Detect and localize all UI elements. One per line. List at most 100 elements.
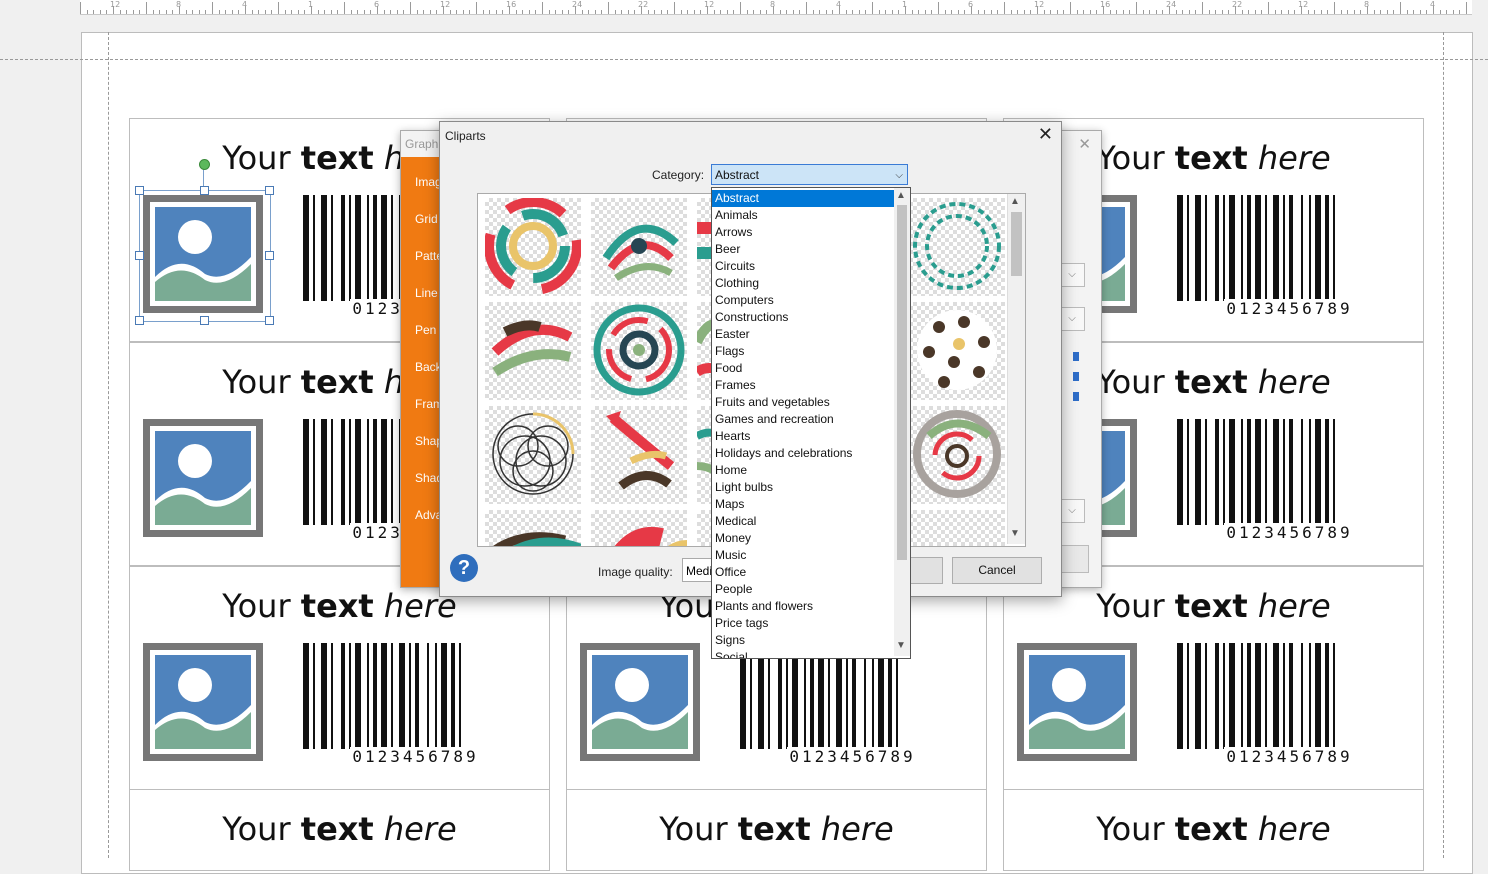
resize-handle-br[interactable] — [265, 316, 274, 325]
label-text[interactable]: Your text here — [1004, 587, 1423, 625]
graphics-slider-2[interactable] — [1073, 372, 1079, 381]
clipart-thumbnail[interactable] — [591, 302, 687, 400]
category-option[interactable]: Hearts — [712, 428, 895, 445]
category-option[interactable]: Beer — [712, 241, 895, 258]
close-icon[interactable]: ✕ — [1038, 124, 1053, 145]
barcode-label[interactable]: Your text here — [566, 789, 987, 871]
barcode[interactable]: 0123456789 — [740, 643, 965, 766]
clipart-thumbnail[interactable] — [484, 197, 582, 296]
barcode-label[interactable]: Your text here0123456789 — [129, 566, 550, 790]
label-text[interactable]: Your text here — [130, 810, 549, 848]
category-option[interactable]: Computers — [712, 292, 895, 309]
clipart-grid-scrollbar[interactable]: ▲ ▼ — [1007, 194, 1025, 544]
graphics-sidebar-item[interactable]: Advanced — [415, 508, 441, 522]
scroll-thumb[interactable] — [1011, 212, 1022, 276]
graphics-button[interactable] — [1059, 545, 1089, 573]
graphics-sidebar-item[interactable]: Pen — [415, 323, 441, 337]
category-option[interactable]: Music — [712, 547, 895, 564]
clipart-thumbnail[interactable] — [909, 198, 1005, 296]
clipart-thumbnail[interactable] — [485, 302, 581, 400]
category-option[interactable]: Holidays and celebrations — [712, 445, 895, 462]
clipart-thumbnail[interactable] — [591, 406, 687, 504]
graphics-slider-3[interactable] — [1073, 392, 1079, 401]
graphics-combo-1[interactable]: ⌵ — [1059, 263, 1085, 287]
category-option[interactable]: Abstract — [712, 190, 895, 207]
category-select[interactable]: Abstract ⌵ — [711, 164, 908, 185]
category-option[interactable]: Flags — [712, 343, 895, 360]
category-option[interactable]: Games and recreation — [712, 411, 895, 428]
category-option[interactable]: Constructions — [712, 309, 895, 326]
resize-handle-b[interactable] — [200, 316, 209, 325]
barcode[interactable]: 0123456789 — [1177, 419, 1402, 542]
barcode-label[interactable]: Your text here 0123456789 — [1003, 566, 1424, 790]
resize-handle-r[interactable] — [265, 251, 274, 260]
clipart-thumbnail[interactable] — [909, 302, 1005, 400]
barcode-label[interactable]: Your text here — [129, 789, 550, 871]
image-placeholder-icon[interactable] — [580, 643, 700, 761]
graphics-combo-3[interactable]: ⌵ — [1059, 499, 1085, 523]
resize-handle-l[interactable] — [135, 251, 144, 260]
category-option[interactable]: Light bulbs — [712, 479, 895, 496]
barcode[interactable]: 0123456789 — [1177, 643, 1402, 766]
category-option[interactable]: Fruits and vegetables — [712, 394, 895, 411]
label-text[interactable]: Your text here — [567, 810, 986, 848]
ok-button[interactable] — [910, 557, 943, 584]
graphics-sidebar-item[interactable]: Grid — [415, 212, 441, 226]
resize-handle-bl[interactable] — [135, 316, 144, 325]
scroll-up-icon[interactable]: ▲ — [1010, 196, 1020, 207]
image-placeholder-icon[interactable] — [1017, 643, 1137, 761]
barcode-label[interactable]: Your text here — [1003, 789, 1424, 871]
scroll-up-icon[interactable]: ▲ — [896, 190, 906, 201]
help-icon[interactable]: ? — [450, 554, 478, 582]
clipart-thumbnail[interactable] — [591, 198, 687, 296]
category-option[interactable]: Plants and flowers — [712, 598, 895, 615]
resize-handle-tl[interactable] — [135, 186, 144, 195]
scroll-down-icon[interactable]: ▼ — [1010, 528, 1020, 539]
graphics-sidebar-item[interactable]: Image — [415, 175, 441, 189]
category-option[interactable]: Maps — [712, 496, 895, 513]
graphics-sidebar-item[interactable]: Background — [415, 360, 441, 374]
category-option[interactable]: Frames — [712, 377, 895, 394]
scroll-thumb[interactable] — [897, 205, 907, 560]
dropdown-scrollbar[interactable]: ▲ ▼ — [894, 188, 910, 656]
category-option[interactable]: Money — [712, 530, 895, 547]
category-option[interactable]: Medical — [712, 513, 895, 530]
barcode[interactable]: 0123456789 — [1177, 195, 1402, 318]
resize-handle-t[interactable] — [200, 186, 209, 195]
clipart-thumbnail[interactable] — [909, 510, 1005, 546]
category-dropdown-list[interactable]: Abstract Animals Arrows Beer Circuits Clothin… — [711, 187, 911, 659]
graphics-sidebar-item[interactable]: Frame — [415, 397, 441, 411]
cancel-button[interactable]: Cancel — [952, 557, 1042, 584]
graphics-slider-1[interactable] — [1073, 352, 1079, 361]
image-placeholder-icon[interactable] — [143, 643, 263, 761]
graphics-sidebar-item[interactable]: Pattern — [415, 249, 441, 263]
graphics-combo-2[interactable]: ⌵ — [1059, 307, 1085, 331]
barcode[interactable]: 0123456789 — [303, 643, 528, 766]
clipart-thumbnail[interactable] — [485, 510, 582, 546]
graphics-sidebar-item[interactable]: Shape — [415, 434, 441, 448]
category-option[interactable]: Social — [712, 649, 895, 658]
category-option[interactable]: People — [712, 581, 895, 598]
clipart-thumbnail[interactable] — [909, 406, 1005, 504]
category-option[interactable]: Office — [712, 564, 895, 581]
category-option[interactable]: Food — [712, 360, 895, 377]
horizontal-ruler[interactable]: 12 8 4 1 6 12 16 24 22 12 8 4 1 6 12 16 24 22 12 8 4 — [80, 0, 1472, 15]
rotate-handle[interactable] — [199, 159, 210, 170]
category-option[interactable]: Home — [712, 462, 895, 479]
resize-handle-tr[interactable] — [265, 186, 274, 195]
graphics-sidebar-item[interactable]: Line — [415, 286, 441, 300]
category-option[interactable]: Easter — [712, 326, 895, 343]
label-text[interactable]: Your text here — [1004, 810, 1423, 848]
category-option[interactable]: Circuits — [712, 258, 895, 275]
clipart-thumbnail[interactable] — [591, 510, 687, 546]
category-option[interactable]: Signs — [712, 632, 895, 649]
clipart-thumbnail[interactable] — [485, 406, 581, 504]
category-option[interactable]: Price tags — [712, 615, 895, 632]
image-placeholder-icon[interactable] — [143, 419, 263, 537]
category-option[interactable]: Clothing — [712, 275, 895, 292]
scroll-down-icon[interactable]: ▼ — [896, 640, 906, 651]
graphics-close-icon[interactable]: ✕ — [1078, 135, 1091, 153]
graphics-sidebar-item[interactable]: Shadow — [415, 471, 441, 485]
category-option[interactable]: Animals — [712, 207, 895, 224]
category-option[interactable]: Arrows — [712, 224, 895, 241]
